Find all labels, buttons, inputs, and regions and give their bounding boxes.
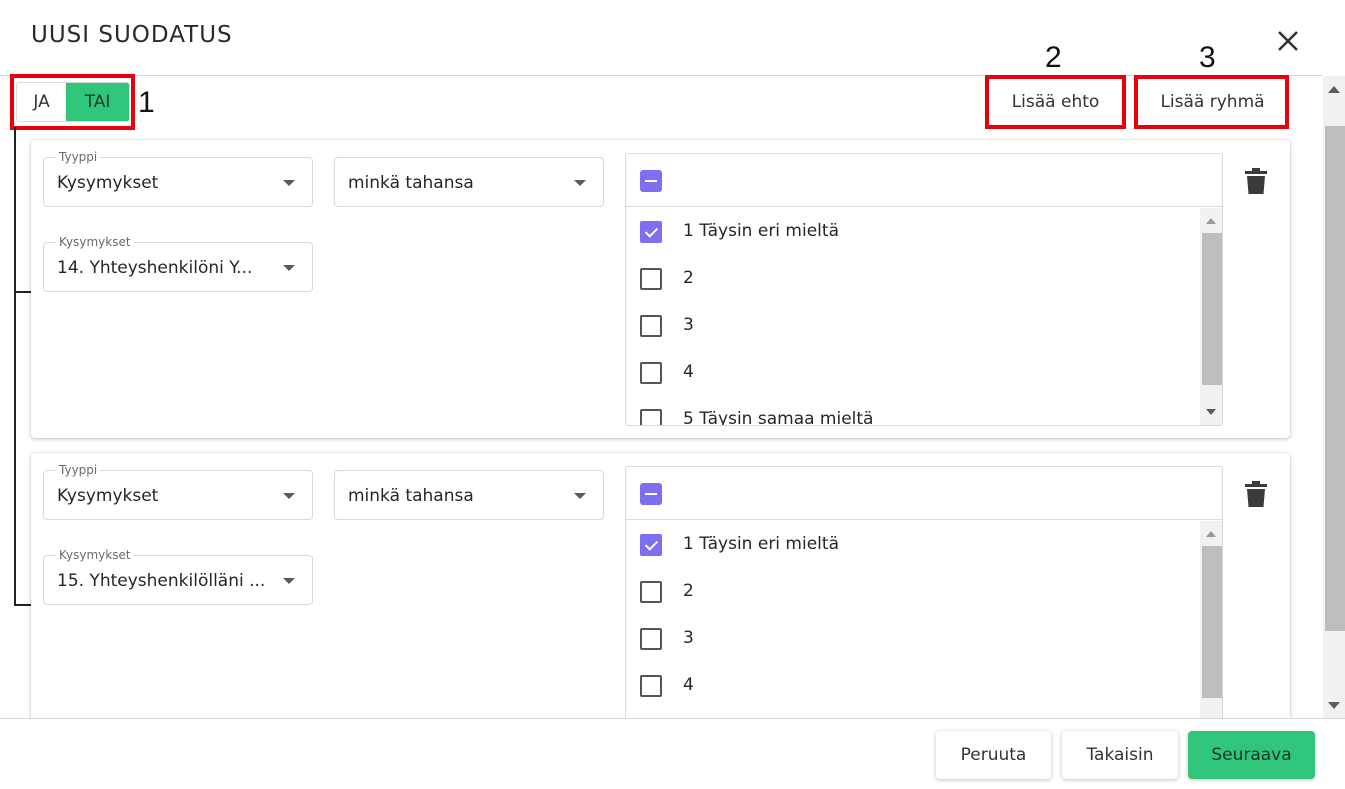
option-label: 2 [683,581,694,601]
option-checkbox[interactable] [640,628,662,650]
question-select-label: Kysymykset [56,548,134,562]
option-label: 4 [683,675,694,695]
type-select-value: Kysymykset [57,173,159,193]
back-button[interactable]: Takaisin [1062,731,1178,779]
scroll-up-arrow-icon[interactable] [1206,218,1216,224]
type-select[interactable]: Tyyppi Kysymykset [43,150,313,207]
bracket-connector [14,291,32,293]
type-select-value: Kysymykset [57,486,159,506]
option-item[interactable]: 3 [626,615,1200,662]
type-select-label: Tyyppi [56,463,101,477]
option-checkbox[interactable] [640,362,662,384]
option-label: 1 Täysin eri mieltä [683,534,839,554]
operator-select-value: minkä tahansa [348,486,474,506]
dropdown-caret-icon [283,578,295,584]
dropdown-caret-icon [574,180,586,186]
option-checkbox[interactable] [640,409,662,425]
option-label: 1 Täysin eri mieltä [683,221,839,241]
condition-card: Tyyppi Kysymykset minkä tahansa Kysymyks… [31,453,1290,746]
condition-card: Tyyppi Kysymykset minkä tahansa Kysymyks… [31,140,1290,438]
option-checkbox[interactable] [640,581,662,603]
option-checkbox[interactable] [640,534,662,556]
scroll-down-arrow-icon[interactable] [1328,702,1340,709]
options-scrollbar[interactable] [1200,521,1222,745]
question-select[interactable]: Kysymykset 15. Yhteyshenkilölläni ... [43,548,313,605]
option-item[interactable]: 4 [626,349,1200,396]
option-checkbox[interactable] [640,315,662,337]
annotation-box-2 [985,75,1126,129]
close-button[interactable] [1271,24,1305,58]
option-item[interactable]: 1 Täysin eri mieltä [626,208,1200,255]
annotation-box-3 [1134,75,1289,129]
footer-divider [0,718,1345,719]
option-checkbox[interactable] [640,221,662,243]
options-list: 1 Täysin eri mieltä 2 3 4 5 Täysin samaa… [626,208,1222,425]
scrollbar-thumb[interactable] [1202,546,1222,698]
group-bracket [14,127,16,606]
option-label: 2 [683,268,694,288]
type-select[interactable]: Tyyppi Kysymykset [43,463,313,520]
cancel-button[interactable]: Peruuta [936,731,1051,779]
trash-icon[interactable] [1245,481,1267,507]
options-list: 1 Täysin eri mieltä 2 3 4 [626,521,1222,745]
option-item[interactable]: 1 Täysin eri mieltä [626,521,1200,568]
option-label: 3 [683,315,694,335]
option-checkbox[interactable] [640,268,662,290]
option-item[interactable]: 5 Täysin samaa mieltä [626,396,1200,425]
dialog-title: UUSI SUODATUS [31,22,233,48]
dropdown-caret-icon [283,493,295,499]
question-select-label: Kysymykset [56,235,134,249]
question-select-value: 14. Yhteyshenkilöni Y... [57,258,253,278]
options-header [626,467,1222,520]
option-item[interactable]: 4 [626,662,1200,709]
option-item[interactable]: 2 [626,255,1200,302]
operator-select[interactable]: minkä tahansa [334,157,604,207]
annotation-number-2: 2 [1045,41,1062,74]
scrollbar-thumb[interactable] [1325,126,1345,631]
answer-options-panel: 1 Täysin eri mieltä 2 3 4 5 Täysin samaa… [625,153,1223,426]
options-header [626,154,1222,207]
select-all-checkbox[interactable] [640,170,662,192]
option-checkbox[interactable] [640,675,662,697]
scroll-up-arrow-icon[interactable] [1206,531,1216,537]
option-item[interactable]: 2 [626,568,1200,615]
dropdown-caret-icon [283,265,295,271]
trash-icon[interactable] [1245,168,1267,194]
option-item[interactable]: 3 [626,302,1200,349]
option-label: 3 [683,628,694,648]
question-select[interactable]: Kysymykset 14. Yhteyshenkilöni Y... [43,235,313,292]
annotation-number-3: 3 [1199,41,1216,74]
option-label: 4 [683,362,694,382]
type-select-label: Tyyppi [56,150,101,164]
answer-options-panel: 1 Täysin eri mieltä 2 3 4 [625,466,1223,746]
scroll-down-arrow-icon[interactable] [1206,409,1216,415]
dropdown-caret-icon [283,180,295,186]
question-select-value: 15. Yhteyshenkilölläni ... [57,571,266,591]
option-label: 5 Täysin samaa mieltä [683,409,874,425]
select-all-checkbox[interactable] [640,483,662,505]
next-button[interactable]: Seuraava [1188,731,1315,779]
operator-select-value: minkä tahansa [348,173,474,193]
dropdown-caret-icon [574,493,586,499]
scroll-up-arrow-icon[interactable] [1328,86,1340,93]
options-scrollbar[interactable] [1200,208,1222,425]
close-icon [1278,31,1298,51]
annotation-box-1 [10,74,135,130]
bracket-connector [14,604,32,606]
dialog-scrollbar[interactable] [1323,76,1345,718]
annotation-number-1: 1 [138,86,155,119]
scrollbar-thumb[interactable] [1202,233,1222,385]
operator-select[interactable]: minkä tahansa [334,470,604,520]
